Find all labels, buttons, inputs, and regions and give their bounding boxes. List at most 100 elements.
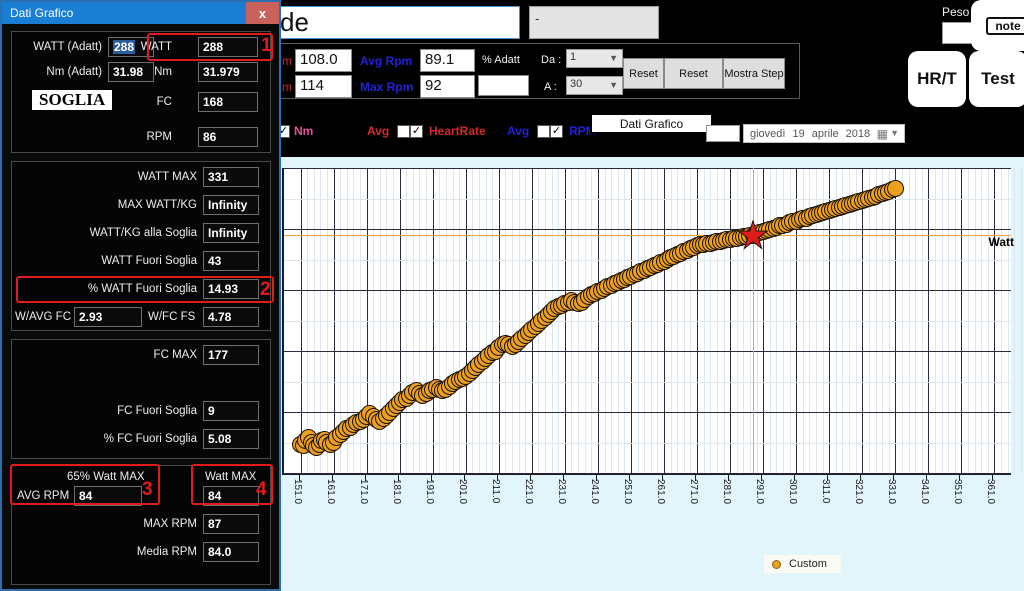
watt-fuori-soglia-label: WATT Fuori Soglia: [101, 255, 197, 267]
test-button[interactable]: Test: [969, 51, 1024, 107]
threshold-star-marker[interactable]: [738, 220, 769, 250]
max-rpm-label: MAX RPM: [143, 518, 197, 530]
watt-fuori-soglia-value[interactable]: 43: [203, 251, 259, 271]
rpm-checkbox[interactable]: ✓: [550, 125, 563, 138]
media-rpm-value[interactable]: 84.0: [203, 542, 259, 562]
w-fc-fs-label: W/FC FS: [148, 311, 196, 323]
avg-rpm-value-dialog[interactable]: 84: [74, 486, 142, 506]
fc-fuori-soglia-label: FC Fuori Soglia: [117, 405, 197, 417]
max-rpm-value[interactable]: 87: [203, 514, 259, 534]
reset-button-2[interactable]: Reset: [664, 58, 723, 89]
watt-label: WATT: [140, 41, 172, 53]
x-axis-tick-mark: [926, 474, 928, 481]
watt-value[interactable]: 288: [198, 37, 258, 57]
x-axis-tick-mark: [827, 474, 829, 481]
x-axis-tick-mark: [562, 474, 564, 481]
watt-max-label: WATT MAX: [137, 171, 197, 183]
pct-adatt-input[interactable]: [478, 75, 529, 96]
x-axis-tick-label: 291.0: [754, 479, 766, 505]
heartrate-avg-checkbox[interactable]: [397, 125, 410, 138]
a-select[interactable]: 30 ▼: [566, 76, 623, 95]
watt-max-value-dialog[interactable]: 84: [203, 486, 259, 506]
pct-fc-fuori-soglia-value[interactable]: 5.08: [203, 429, 259, 449]
x-axis-tick-mark: [529, 474, 531, 481]
x-axis-tick-label: 351.0: [952, 479, 964, 505]
heartrate-checkbox-pair[interactable]: ✓: [397, 125, 424, 139]
calendar-icon[interactable]: ▦: [877, 127, 888, 141]
x-axis-tick-mark: [364, 474, 366, 481]
watt-max-value[interactable]: 331: [203, 167, 259, 187]
rpm-avg-checkbox[interactable]: [537, 125, 550, 138]
w-avg-fc-value[interactable]: 2.93: [74, 307, 142, 327]
watt-adatt-label: WATT (Adatt): [33, 41, 102, 53]
chart-panel: Watt Custom 151.0 161.0 171.0 181.0 191.0 201…: [277, 157, 1024, 591]
max-watt-kg-value[interactable]: Infinity: [203, 195, 259, 215]
soglia-label: SOGLIA: [32, 90, 113, 110]
x-axis-tick-mark: [728, 474, 730, 481]
nm-label: Nm: [154, 66, 172, 78]
pct-fc-fuori-soglia-label: % FC Fuori Soglia: [103, 433, 197, 445]
grid-line-horizontal: [284, 229, 1011, 230]
x-axis-tick-label: 271.0: [688, 479, 700, 505]
name-input[interactable]: de: [277, 6, 520, 39]
section-watt-stats: WATT MAX 331 MAX WATT/KG Infinity WATT/K…: [11, 161, 271, 331]
heartrate-checkbox[interactable]: ✓: [410, 125, 423, 138]
avg-heartrate-label: Avg: [367, 124, 390, 138]
pct65-watt-max-label: 65% Watt MAX: [67, 471, 145, 483]
w-fc-fs-value[interactable]: 4.78: [203, 307, 259, 327]
chevron-down-icon: ▼: [609, 80, 618, 90]
watt-max-label-dialog: Watt MAX: [205, 471, 257, 483]
crosshair-vertical: [753, 168, 755, 473]
avg-rpm-value[interactable]: 89.1: [420, 49, 475, 72]
grid-line-horizontal: [284, 442, 1011, 444]
x-axis-tick-mark: [860, 474, 862, 481]
x-axis-tick-label: 181.0: [390, 479, 402, 505]
x-axis-tick-mark: [397, 474, 399, 481]
dati-grafico-button[interactable]: Dati Grafico: [590, 113, 713, 134]
pct-watt-fuori-soglia-value[interactable]: 14.93: [203, 279, 259, 299]
hrt-button[interactable]: HR/T: [908, 51, 966, 107]
fc-label: FC: [156, 96, 172, 108]
x-axis-tick-mark: [959, 474, 961, 481]
crosshair-horizontal: [284, 235, 1011, 237]
x-axis-tick-label: 201.0: [456, 479, 468, 505]
x-axis-tick-label: 161.0: [324, 479, 336, 505]
avg-rpm-label-dialog: AVG RPM: [17, 490, 70, 502]
fc-fuori-soglia-value[interactable]: 9: [203, 401, 259, 421]
da-select[interactable]: 1 ▼: [566, 49, 623, 68]
a-select-value: 30: [570, 78, 583, 90]
x-axis-tick-label: 221.0: [522, 479, 534, 505]
secondary-text-field[interactable]: -: [529, 6, 659, 39]
fc-max-label: FC MAX: [153, 349, 197, 361]
x-axis-tick-label: 191.0: [423, 479, 435, 505]
fc-max-value[interactable]: 177: [203, 345, 259, 365]
avg-rpm-check-label: Avg: [507, 124, 530, 138]
close-icon[interactable]: x: [246, 2, 279, 24]
chevron-down-icon[interactable]: ▼: [890, 128, 899, 138]
x-axis-tick-label: 331.0: [886, 479, 898, 505]
mostra-step-button[interactable]: Mostra Step: [723, 58, 785, 89]
max-rpm-value[interactable]: 92: [420, 75, 475, 98]
legend-label: Custom: [789, 558, 827, 570]
x-axis-tick-mark: [695, 474, 697, 481]
rpm-value[interactable]: 86: [198, 127, 258, 147]
rpm-checkbox-pair[interactable]: ✓: [537, 125, 564, 139]
scatter-plot[interactable]: [282, 168, 1022, 475]
x-axis-tick-label: 261.0: [655, 479, 667, 505]
fc-value[interactable]: 168: [198, 92, 258, 112]
grid-line-vertical-minor: [1014, 168, 1016, 473]
note-button[interactable]: note: [971, 0, 1024, 51]
rpm-label: RPM: [146, 131, 172, 143]
watt-kg-soglia-value[interactable]: Infinity: [203, 223, 259, 243]
date-number-input[interactable]: [706, 125, 740, 142]
highlight-number-4: 4: [256, 479, 267, 500]
dialog-titlebar[interactable]: Dati Grafico x: [2, 2, 279, 24]
max-bpm-value[interactable]: 114: [295, 75, 352, 98]
avg-bpm-value[interactable]: 108.0: [295, 49, 352, 72]
data-point[interactable]: [886, 180, 904, 198]
nm-value[interactable]: 31.979: [198, 62, 258, 82]
note-icon: note: [986, 16, 1024, 35]
reset-button-1[interactable]: Reset: [623, 58, 664, 89]
date-picker[interactable]: giovedì 19 aprile 2018 ▦ ▼: [743, 124, 905, 143]
x-axis-tick-label: 301.0: [787, 479, 799, 505]
